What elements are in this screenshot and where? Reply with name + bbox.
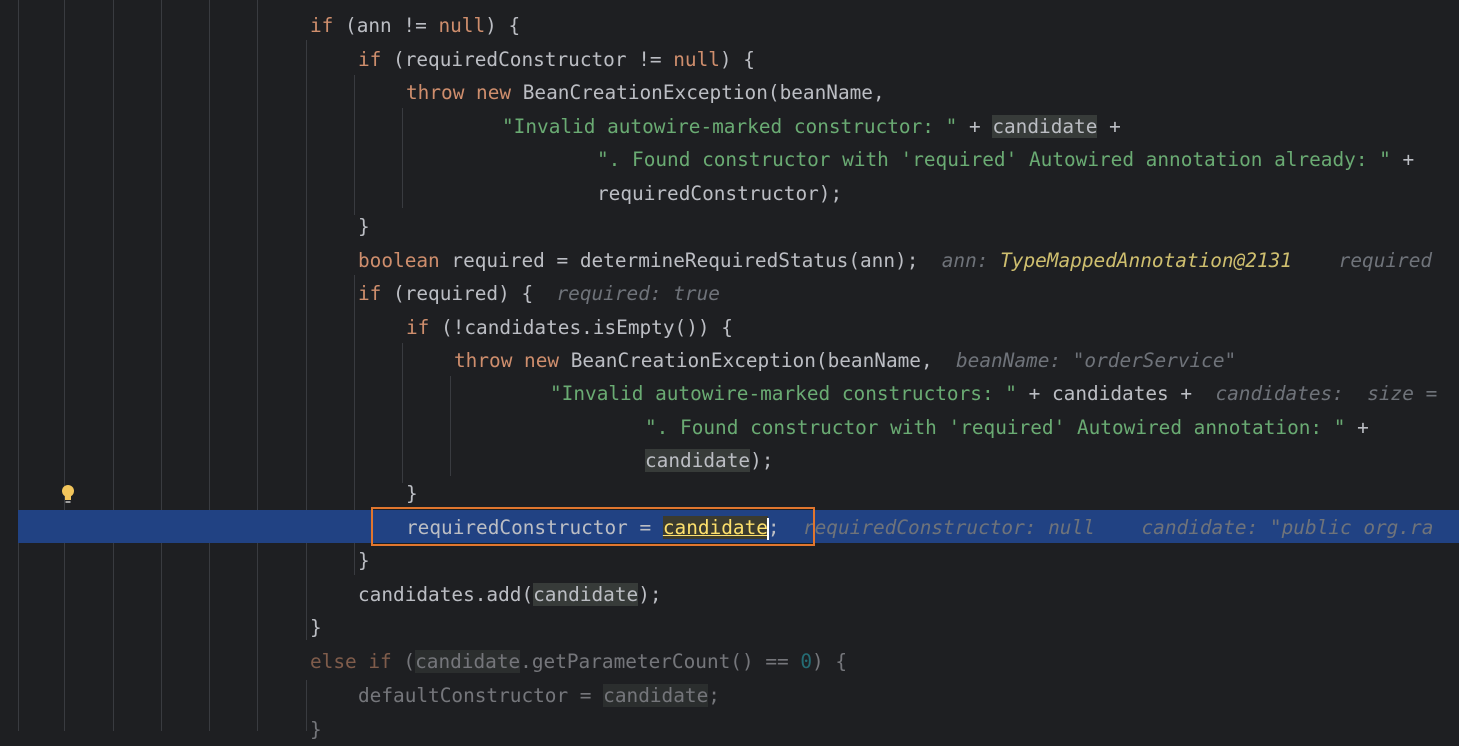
code-token: "Invalid autowire-marked constructors: " (550, 382, 1017, 405)
code-token: if (358, 48, 382, 71)
code-line[interactable]: throw new BeanCreationException(beanName… (406, 76, 885, 109)
code-token: BeanCreationException(beanName, (511, 81, 885, 104)
indent-guide (113, 0, 114, 731)
code-line[interactable]: } (310, 713, 322, 746)
indent-guide (161, 0, 162, 731)
inline-debug-value: required: true (533, 282, 720, 305)
code-line[interactable]: defaultConstructor = candidate; (358, 679, 720, 712)
indent-guide (18, 0, 19, 731)
code-token: (required) { (381, 282, 534, 305)
code-token: (requiredConstructor != (381, 48, 674, 71)
indent-guide (209, 0, 210, 731)
code-line[interactable]: } (310, 611, 322, 644)
indent-guide (306, 680, 307, 731)
code-token: null (438, 14, 486, 37)
code-token: BeanCreationException(beanName, (559, 349, 933, 372)
inline-debug-value: requiredConstructor: null candidate: "pu… (779, 516, 1434, 539)
code-line[interactable]: ". Found constructor with 'required' Aut… (597, 143, 1414, 176)
code-token: ) { (485, 14, 521, 37)
indent-guide (64, 0, 65, 731)
code-token: "Invalid autowire-marked constructor: " (502, 115, 958, 138)
inline-debug-value: ann: (918, 249, 1001, 272)
code-token: + (1097, 115, 1121, 138)
code-token: candidate (533, 583, 639, 606)
code-token: 0 (800, 650, 813, 673)
code-token: candidate (645, 449, 751, 472)
code-token: .getParameterCount() == (520, 650, 801, 673)
editor-gutter[interactable] (0, 0, 18, 731)
code-line[interactable]: if (ann != null) { (310, 9, 520, 42)
code-token: ". Found constructor with 'required' Aut… (645, 416, 1346, 439)
code-token: ) { (812, 650, 848, 673)
code-token: candidate (992, 115, 1098, 138)
current-statement-frame (371, 507, 815, 546)
code-token: } (406, 482, 418, 505)
code-token: if (358, 282, 382, 305)
code-line[interactable]: } (358, 544, 370, 577)
code-token: ; (708, 684, 720, 707)
code-line[interactable]: candidate); (645, 444, 773, 477)
code-line[interactable]: ". Found constructor with 'required' Aut… (645, 411, 1369, 444)
code-token: ( (391, 650, 416, 673)
code-line[interactable]: else if (candidate.getParameterCount() =… (310, 645, 847, 678)
code-line[interactable]: if (required) { required: true (358, 277, 720, 310)
indent-guide (354, 75, 355, 215)
code-token: + candidates + (1016, 382, 1193, 405)
code-token: else if (310, 650, 392, 673)
code-token: (ann != (333, 14, 439, 37)
inline-debug-value: candidates: size = (1192, 382, 1438, 405)
code-token: candidates.add( (358, 583, 534, 606)
code-token: ) { (719, 48, 755, 71)
code-token: if (310, 14, 334, 37)
code-line[interactable]: candidates.add(candidate); (358, 578, 662, 611)
code-line[interactable]: boolean required = determineRequiredStat… (358, 244, 1432, 277)
indent-guide (306, 40, 307, 640)
code-token: } (358, 549, 370, 572)
code-line[interactable]: } (358, 210, 370, 243)
code-token: null (673, 48, 720, 71)
code-line[interactable]: if (!candidates.isEmpty()) { (406, 311, 733, 344)
code-token: ". Found constructor with 'required' Aut… (597, 148, 1391, 171)
indent-guide (402, 343, 403, 483)
inline-debug-value: TypeMappedAnnotation@2131 (1000, 249, 1292, 272)
code-token: ); (750, 449, 774, 472)
code-token: } (358, 215, 370, 238)
code-token: } (310, 718, 322, 741)
code-token: boolean (358, 249, 440, 272)
code-line[interactable]: "Invalid autowire-marked constructor: " … (502, 110, 1121, 143)
code-token: + (1345, 416, 1369, 439)
code-token: } (310, 616, 322, 639)
lightbulb-icon[interactable] (60, 484, 76, 504)
code-line[interactable]: requiredConstructor); (597, 177, 842, 210)
code-token: defaultConstructor = (358, 684, 604, 707)
inline-debug-value: required (1291, 249, 1433, 272)
code-token: + (957, 115, 993, 138)
code-line[interactable]: throw new BeanCreationException(beanName… (454, 344, 1236, 377)
code-line[interactable]: } (406, 477, 418, 510)
code-token: if (406, 316, 430, 339)
code-token: requiredConstructor); (597, 182, 843, 205)
code-token: throw new (406, 81, 512, 104)
code-line[interactable]: if (requiredConstructor != null) { (358, 43, 755, 76)
indent-guide (450, 376, 451, 476)
code-token: candidate (603, 684, 709, 707)
code-token: (!candidates.isEmpty()) { (429, 316, 733, 339)
inline-debug-value: beanName: "orderService" (932, 349, 1237, 372)
code-token: + (1390, 148, 1415, 171)
indent-guide (402, 108, 403, 208)
code-token: ); (638, 583, 662, 606)
indent-guide (257, 0, 258, 731)
code-token: required = determineRequiredStatus(ann); (439, 249, 919, 272)
code-line[interactable]: "Invalid autowire-marked constructors: "… (550, 377, 1437, 410)
code-token: throw new (454, 349, 560, 372)
code-token: candidate (415, 650, 521, 673)
